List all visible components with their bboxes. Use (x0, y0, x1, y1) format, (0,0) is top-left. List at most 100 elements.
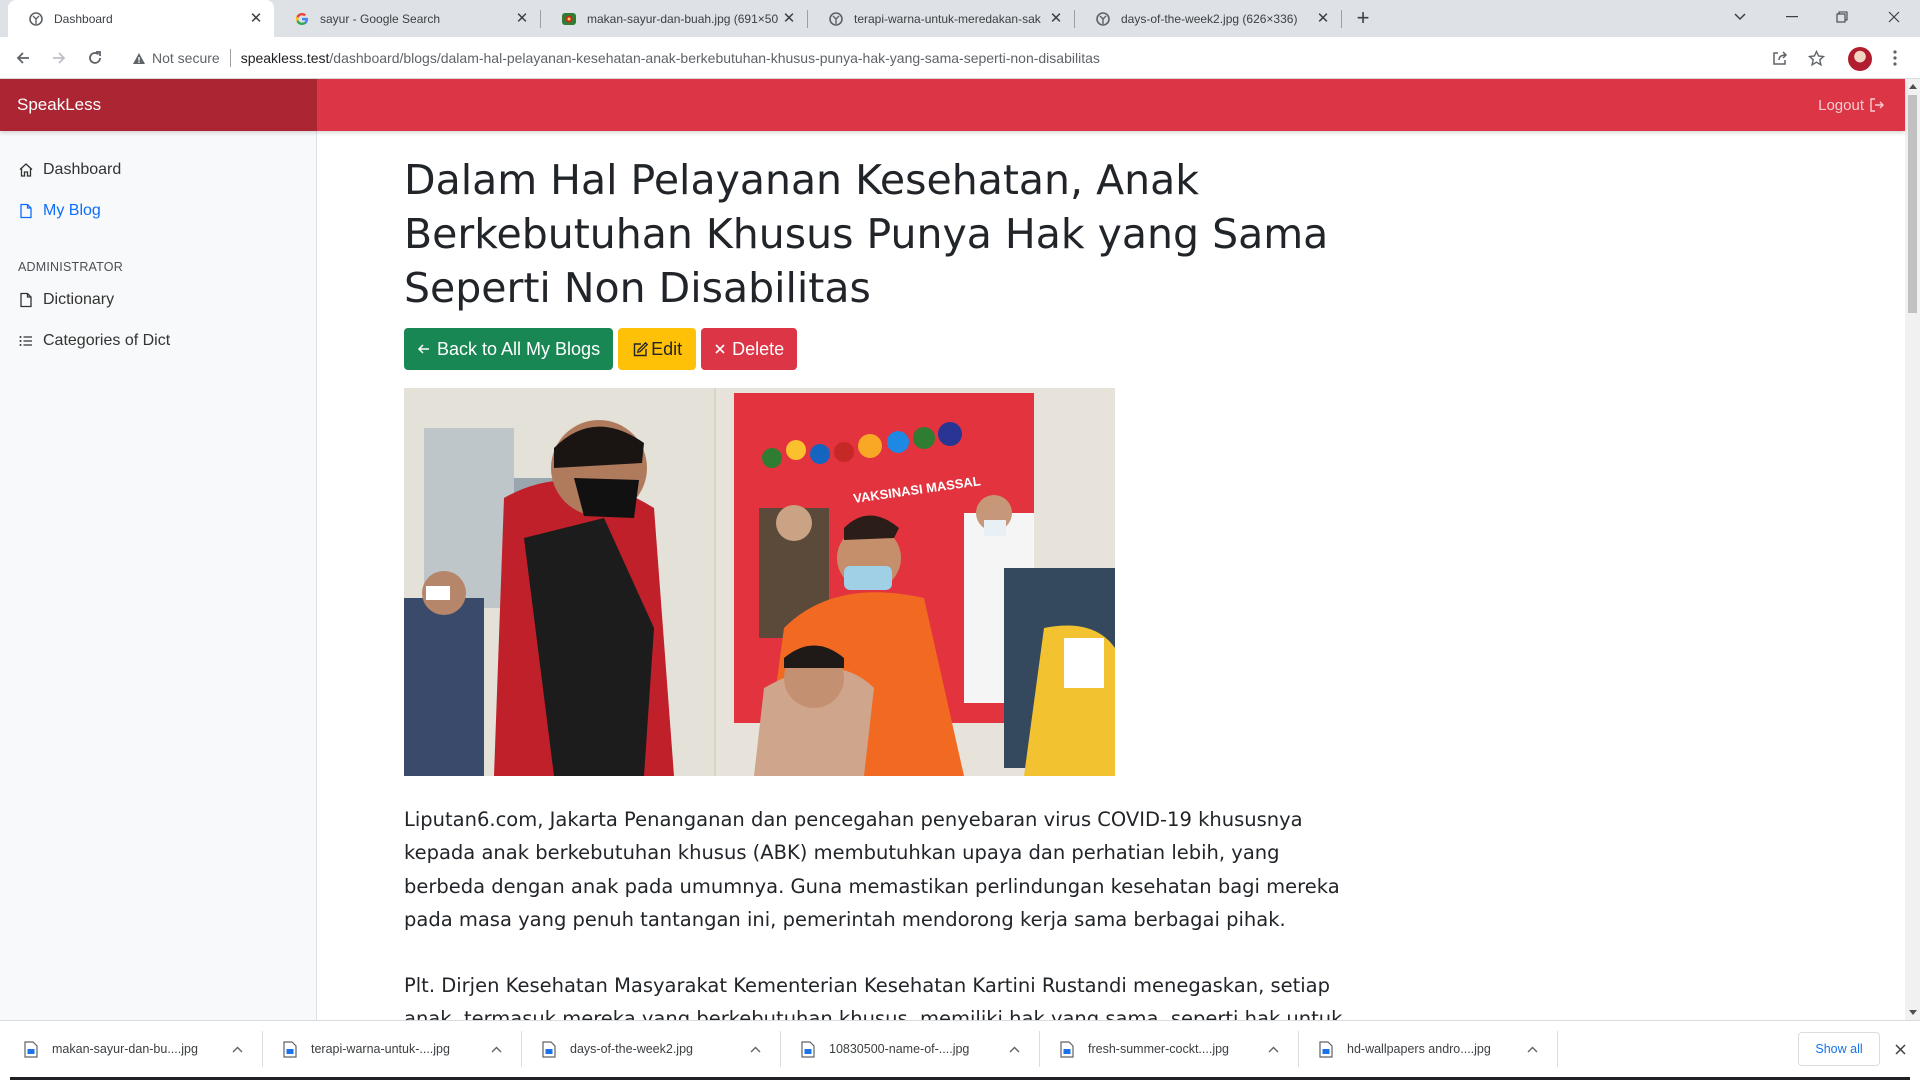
download-filename: 10830500-name-of-....jpg (829, 1042, 970, 1056)
scroll-up-arrow-icon[interactable] (1905, 79, 1920, 94)
post-title: Dalam Hal Pelayanan Kesehatan, Anak Berk… (404, 156, 1329, 312)
post-image: VAKSINASI MASSAL (404, 388, 1115, 776)
close-shelf-icon[interactable] (1890, 1039, 1910, 1059)
download-filename: terapi-warna-untuk-....jpg (311, 1042, 450, 1056)
security-status[interactable]: Not secure (152, 50, 220, 66)
tab-days-of-the-week[interactable]: days-of-the-week2.jpg (626×336) ✕ (1075, 0, 1341, 37)
bookmark-star-icon[interactable] (1803, 45, 1829, 71)
chevron-up-icon[interactable] (750, 1046, 761, 1053)
sidebar-item-categories-of-dict[interactable]: Categories of Dict (18, 332, 170, 350)
kebab-menu-icon[interactable] (1882, 45, 1908, 71)
close-tab-icon[interactable]: ✕ (1048, 10, 1064, 27)
browser-toolbar: Not secure speakless.test/dashboard/blog… (0, 37, 1920, 79)
page-scrollbar[interactable] (1905, 79, 1920, 1020)
logout-label: Logout (1818, 96, 1864, 114)
download-filename: makan-sayur-dan-bu....jpg (52, 1042, 198, 1056)
download-filename: fresh-summer-cockt....jpg (1088, 1042, 1230, 1056)
file-icon (20, 203, 32, 219)
chevron-up-icon[interactable] (232, 1046, 243, 1053)
sidebar-item-my-blog[interactable]: My Blog (18, 202, 101, 220)
edit-icon (633, 341, 649, 356)
brand-logo[interactable]: SpeakLess (0, 79, 317, 131)
post-paragraph: Liputan6.com, Jakarta Penanganan dan pen… (404, 808, 1340, 932)
sidebar-item-dictionary[interactable]: Dictionary (18, 291, 114, 309)
sidebar-item-label: Dashboard (43, 161, 122, 178)
house-icon (19, 163, 33, 177)
edit-button[interactable]: Edit (618, 328, 697, 370)
chevron-up-icon[interactable] (1009, 1046, 1020, 1053)
tab-search-chevron-icon[interactable] (1716, 0, 1764, 34)
delete-button[interactable]: Delete (701, 328, 798, 370)
google-icon (294, 11, 310, 27)
file-icon (20, 292, 32, 308)
back-to-blogs-button[interactable]: Back to All My Blogs (404, 328, 614, 370)
new-tab-button[interactable]: + (1350, 6, 1376, 32)
download-item[interactable]: hd-wallpapers andro....jpg (1295, 1021, 1554, 1077)
tab-image-makan-sayur[interactable]: makan-sayur-dan-buah.jpg (691×50 ✕ (541, 0, 807, 37)
chevron-up-icon[interactable] (1268, 1046, 1279, 1053)
arrow-left-icon (417, 344, 429, 354)
scrollbar-thumb[interactable] (1908, 95, 1917, 313)
close-tab-icon[interactable]: ✕ (248, 10, 264, 27)
back-arrow-icon[interactable] (10, 45, 36, 71)
scroll-down-arrow-icon[interactable] (1905, 1005, 1920, 1020)
image-icon (561, 11, 577, 27)
sidebar-item-label: Categories of Dict (43, 332, 171, 349)
tab-title: days-of-the-week2.jpg (626×336) (1121, 11, 1298, 26)
logout-icon (1870, 98, 1884, 112)
app-navbar: SpeakLess Logout (0, 79, 1905, 131)
download-filename: hd-wallpapers andro....jpg (1347, 1042, 1491, 1056)
show-all-downloads-button[interactable]: Show all (1798, 1032, 1880, 1066)
sidebar-item-label: My Blog (43, 202, 101, 219)
download-item[interactable]: makan-sayur-dan-bu....jpg (0, 1021, 259, 1077)
address-divider (229, 49, 231, 67)
url-path: /dashboard/blogs/dalam-hal-pelayanan-kes… (329, 50, 1100, 66)
download-item[interactable]: 10830500-name-of-....jpg (777, 1021, 1036, 1077)
main-content: Dalam Hal Pelayanan Kesehatan, Anak Berk… (318, 131, 1905, 1020)
close-tab-icon[interactable]: ✕ (781, 10, 797, 27)
globe-icon (1095, 11, 1111, 27)
chevron-up-icon[interactable] (491, 1046, 502, 1053)
chevron-up-icon[interactable] (1527, 1046, 1538, 1053)
share-icon[interactable] (1767, 45, 1793, 71)
sidebar-item-label: Dictionary (43, 291, 115, 308)
restore-window-icon[interactable] (1818, 0, 1866, 34)
download-item[interactable]: days-of-the-week2.jpg (518, 1021, 777, 1077)
profile-avatar[interactable] (1848, 47, 1872, 71)
close-tab-icon[interactable]: ✕ (1315, 10, 1331, 27)
close-tab-icon[interactable]: ✕ (514, 10, 530, 27)
url-host: speakless.test (240, 50, 330, 66)
list-icon (19, 336, 32, 346)
tab-google-search[interactable]: sayur - Google Search ✕ (274, 0, 540, 37)
logout-link[interactable]: Logout (1818, 79, 1885, 131)
file-image-icon (24, 1040, 38, 1058)
tab-title: terapi-warna-untuk-meredakan-sak (854, 11, 1041, 26)
file-image-icon (801, 1040, 815, 1058)
tab-dashboard[interactable]: Dashboard ✕ (8, 0, 274, 37)
tab-terapi-warna[interactable]: terapi-warna-untuk-meredakan-sak ✕ (808, 0, 1074, 37)
post-paragraph: Plt. Dirjen Kesehatan Masyarakat Kemente… (404, 973, 1343, 1020)
reload-icon[interactable] (82, 45, 108, 71)
address-bar[interactable]: Not secure speakless.test/dashboard/blog… (124, 42, 1784, 74)
browser-tab-strip: Dashboard ✕ sayur - Google Search ✕ maka… (0, 0, 1920, 37)
forward-arrow-icon[interactable] (46, 45, 72, 71)
tab-title: makan-sayur-dan-buah.jpg (691×50 (587, 11, 779, 26)
url-text[interactable]: speakless.test/dashboard/blogs/dalam-hal… (241, 50, 1100, 66)
warning-icon[interactable] (132, 52, 146, 65)
tab-title: Dashboard (54, 11, 113, 26)
download-item[interactable]: fresh-summer-cockt....jpg (1036, 1021, 1295, 1077)
sidebar: Dashboard My Blog ADMINISTRATOR Dictiona… (0, 131, 317, 1020)
close-window-icon[interactable] (1870, 0, 1918, 34)
file-image-icon (542, 1040, 556, 1058)
sidebar-item-dashboard[interactable]: Dashboard (18, 161, 121, 179)
tab-title: sayur - Google Search (320, 11, 441, 26)
download-filename: days-of-the-week2.jpg (570, 1042, 693, 1056)
globe-icon (828, 11, 844, 27)
download-item[interactable]: terapi-warna-untuk-....jpg (259, 1021, 518, 1077)
post-body: Liputan6.com, Jakarta Penanganan dan pen… (404, 803, 1354, 1020)
delete-button-label: Delete (732, 338, 785, 359)
close-x-icon (715, 344, 725, 354)
download-shelf: makan-sayur-dan-bu....jpg terapi-warna-u… (0, 1020, 1920, 1080)
minimize-window-icon[interactable] (1768, 0, 1816, 34)
back-button-label: Back to All My Blogs (437, 338, 601, 359)
